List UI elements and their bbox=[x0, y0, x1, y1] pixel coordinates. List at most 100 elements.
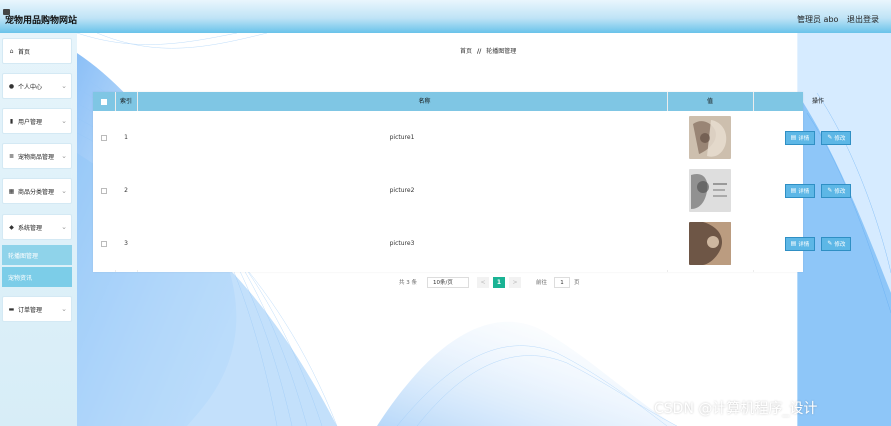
edit-button-label: 修改 bbox=[834, 241, 846, 248]
sidebar-item-system[interactable]: ◆ 系统管理 ⌄ bbox=[2, 214, 72, 240]
row-image-cell bbox=[667, 164, 753, 217]
detail-button[interactable]: ▤ 详情 bbox=[784, 130, 816, 145]
page-size-select[interactable]: 10条/页 bbox=[427, 277, 469, 288]
home-icon: ⌂ bbox=[9, 47, 14, 55]
sidebar: ⌂ 首页 ● 个人中心 ⌄ ▮ 用户管理 ⌄ ≣ 宠物商品管理 ⌄ ▦ 商品分类… bbox=[0, 33, 77, 426]
chevron-down-icon: ⌄ bbox=[61, 305, 67, 313]
pencil-icon: ✎ bbox=[827, 187, 833, 194]
edit-button-label: 修改 bbox=[834, 135, 846, 142]
select-all-cell bbox=[93, 92, 115, 111]
row-checkbox[interactable] bbox=[101, 240, 107, 247]
document-icon: ▤ bbox=[790, 240, 797, 247]
row-name: picture2 bbox=[389, 187, 415, 194]
breadcrumb-current: 轮播图管理 bbox=[486, 48, 517, 55]
row-select-cell bbox=[93, 111, 115, 164]
row-index: 3 bbox=[124, 240, 128, 247]
chevron-down-icon: ⌄ bbox=[61, 223, 67, 231]
row-select-cell bbox=[93, 217, 115, 270]
detail-button[interactable]: ▤ 详情 bbox=[784, 236, 816, 251]
breadcrumb: 首页 // 轮播图管理 bbox=[460, 46, 516, 55]
chevron-down-icon: ⌄ bbox=[61, 187, 67, 195]
edit-button[interactable]: ✎ 修改 bbox=[821, 236, 852, 251]
goto-page-input[interactable]: 1 bbox=[554, 277, 570, 288]
shield-icon: ◆ bbox=[9, 223, 14, 231]
user-icon: ● bbox=[8, 82, 15, 90]
table-row: 3 picture3 ▤ 详情 ✎ 修改 bbox=[93, 217, 852, 270]
row-image-cell bbox=[667, 111, 753, 164]
carousel-image-thumbnail[interactable] bbox=[689, 169, 731, 212]
row-actions: ▤ 详情 ✎ 修改 bbox=[753, 217, 883, 270]
row-actions: ▤ 详情 ✎ 修改 bbox=[753, 164, 883, 217]
column-header-name: 名称 bbox=[418, 98, 431, 105]
document-icon: ▤ bbox=[790, 134, 797, 141]
detail-button-label: 详情 bbox=[798, 135, 810, 142]
row-name: picture1 bbox=[389, 134, 415, 141]
watermark-text: CSDN @计算机程序_设计 bbox=[654, 401, 818, 417]
pagination-total: 共 3 条 bbox=[399, 280, 417, 286]
select-all-checkbox[interactable] bbox=[101, 98, 107, 105]
edit-button[interactable]: ✎ 修改 bbox=[821, 183, 852, 198]
sidebar-item-label: 个人中心 bbox=[18, 83, 43, 91]
row-index: 1 bbox=[124, 134, 128, 141]
sidebar-item-label: 订单管理 bbox=[18, 306, 43, 314]
column-header-index: 索引 bbox=[119, 98, 132, 105]
logout-link[interactable]: 退出登录 bbox=[847, 14, 879, 25]
sidebar-item-home[interactable]: ⌂ 首页 bbox=[2, 38, 72, 64]
chart-bar-icon: ▮ bbox=[9, 117, 14, 125]
row-select-cell bbox=[93, 164, 115, 217]
page-1-button[interactable]: 1 bbox=[493, 277, 505, 288]
chevron-down-icon: ⌄ bbox=[61, 152, 67, 160]
main-content: 首页 // 轮播图管理 索引 名称 值 操作 1 picture1 ▤ 详情 ✎… bbox=[77, 33, 891, 426]
sidebar-item-users[interactable]: ▮ 用户管理 ⌄ bbox=[2, 108, 72, 134]
sidebar-subitem-label: 宠物资讯 bbox=[8, 274, 33, 282]
current-user: 管理员 abo bbox=[797, 15, 839, 24]
column-header-actions: 操作 bbox=[811, 98, 824, 105]
document-icon: ▤ bbox=[790, 187, 797, 194]
row-name: picture3 bbox=[389, 240, 415, 247]
table-header: 索引 名称 值 操作 bbox=[93, 92, 824, 111]
sidebar-subitem-label: 轮播图管理 bbox=[8, 252, 39, 260]
list-icon: ≣ bbox=[8, 152, 15, 160]
sidebar-subitem-carousel[interactable]: 轮播图管理 bbox=[2, 245, 72, 265]
goto-label: 前往 bbox=[536, 280, 548, 286]
sidebar-item-pet-products[interactable]: ≣ 宠物商品管理 ⌄ bbox=[2, 143, 72, 169]
table-row: 2 picture2 ▤ 详情 ✎ 修改 bbox=[93, 164, 852, 218]
sidebar-item-label: 首页 bbox=[18, 48, 31, 56]
edit-button[interactable]: ✎ 修改 bbox=[821, 130, 852, 145]
row-actions: ▤ 详情 ✎ 修改 bbox=[753, 111, 883, 164]
breadcrumb-separator: // bbox=[476, 48, 482, 55]
row-checkbox[interactable] bbox=[101, 187, 107, 194]
detail-button-label: 详情 bbox=[798, 188, 810, 195]
table-row: 1 picture1 ▤ 详情 ✎ 修改 bbox=[93, 111, 852, 165]
pencil-icon: ✎ bbox=[827, 134, 833, 141]
edit-button-label: 修改 bbox=[834, 188, 846, 195]
sidebar-item-label: 商品分类管理 bbox=[18, 188, 55, 196]
breadcrumb-home[interactable]: 首页 bbox=[460, 48, 472, 55]
chevron-down-icon: ⌄ bbox=[61, 82, 67, 90]
carousel-table: 索引 名称 值 操作 1 picture1 ▤ 详情 ✎ 修改 2 pictur… bbox=[93, 92, 852, 272]
pencil-icon: ✎ bbox=[827, 240, 833, 247]
app-title: 宠物用品购物网站 bbox=[5, 16, 78, 26]
prev-page-button[interactable]: < bbox=[477, 277, 489, 288]
chat-icon: ▬ bbox=[8, 305, 15, 313]
sidebar-item-label: 用户管理 bbox=[18, 118, 43, 126]
detail-button[interactable]: ▤ 详情 bbox=[784, 183, 816, 198]
row-checkbox[interactable] bbox=[101, 134, 107, 141]
carousel-image-thumbnail[interactable] bbox=[689, 116, 731, 159]
chevron-down-icon: ⌄ bbox=[61, 117, 67, 125]
page-suffix: 页 bbox=[574, 280, 580, 286]
grid-icon: ▦ bbox=[8, 187, 15, 195]
column-header-value: 值 bbox=[706, 98, 713, 105]
sidebar-item-categories[interactable]: ▦ 商品分类管理 ⌄ bbox=[2, 178, 72, 204]
carousel-image-thumbnail[interactable] bbox=[689, 222, 731, 265]
row-index: 2 bbox=[124, 187, 128, 194]
sidebar-subitem-pet-news[interactable]: 宠物资讯 bbox=[2, 267, 72, 287]
sidebar-item-profile[interactable]: ● 个人中心 ⌄ bbox=[2, 73, 72, 99]
sidebar-item-label: 系统管理 bbox=[18, 224, 43, 232]
sidebar-item-label: 宠物商品管理 bbox=[18, 153, 55, 161]
sidebar-item-orders[interactable]: ▬ 订单管理 ⌄ bbox=[2, 296, 72, 322]
top-bar: 宠物用品购物网站 管理员 abo 退出登录 bbox=[0, 0, 891, 33]
next-page-button[interactable]: > bbox=[509, 277, 521, 288]
row-image-cell bbox=[667, 217, 753, 270]
detail-button-label: 详情 bbox=[798, 241, 810, 248]
